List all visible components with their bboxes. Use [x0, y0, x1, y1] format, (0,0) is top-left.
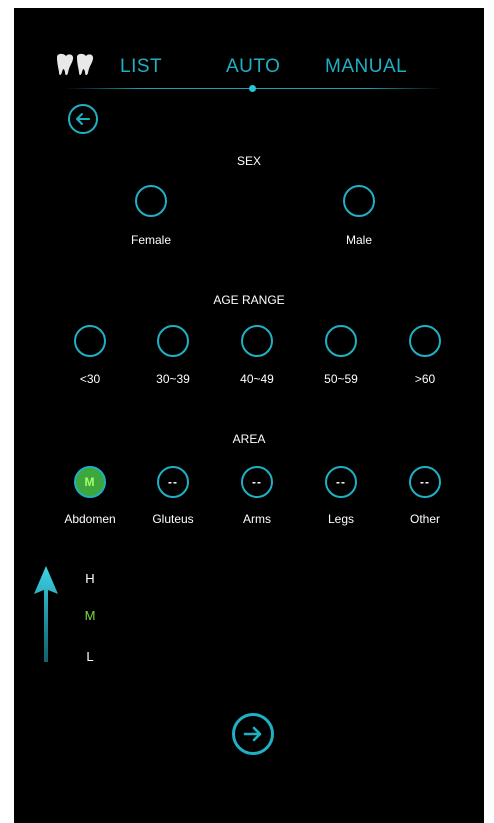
area-gluteus-label: Gluteus: [152, 512, 194, 526]
age-title: AGE RANGE: [213, 293, 285, 307]
area-gluteus-button[interactable]: --: [157, 466, 189, 498]
area-arms-value: --: [252, 475, 262, 489]
age-under-30-radio[interactable]: [74, 325, 106, 357]
age-over-60-radio[interactable]: [409, 325, 441, 357]
age-under-30-label: <30: [79, 372, 101, 386]
tab-manual[interactable]: MANUAL: [325, 56, 407, 78]
sex-male-label: Male: [345, 233, 372, 247]
area-arms-button[interactable]: --: [241, 466, 273, 498]
area-legs-button[interactable]: --: [325, 466, 357, 498]
app-screen: LIST AUTO MANUAL SEX Female Male AGE RAN…: [14, 8, 484, 823]
intensity-level-l: L: [86, 649, 94, 664]
area-title: AREA: [232, 432, 266, 446]
tooth-logo-icon: [54, 52, 98, 78]
area-abdomen-value: M: [84, 475, 96, 489]
sex-female-label: Female: [130, 233, 171, 247]
age-40-49-label: 40~49: [240, 372, 274, 386]
area-arms-label: Arms: [243, 512, 271, 526]
sex-title: SEX: [236, 154, 261, 168]
age-30-39-label: 30~39: [156, 372, 190, 386]
tab-list[interactable]: LIST: [120, 56, 162, 78]
age-30-39-radio[interactable]: [157, 325, 189, 357]
age-50-59-radio[interactable]: [325, 325, 357, 357]
area-other-label: Other: [409, 512, 440, 526]
next-button[interactable]: [232, 713, 274, 755]
area-abdomen-button[interactable]: M: [74, 466, 106, 498]
tab-auto[interactable]: AUTO: [226, 56, 280, 78]
intensity-level-h: H: [85, 571, 95, 586]
area-gluteus-value: --: [168, 475, 178, 489]
sex-male-radio[interactable]: [343, 185, 375, 217]
arrow-right-icon: [243, 726, 262, 742]
area-other-value: --: [420, 475, 430, 489]
intensity-level-m: M: [84, 608, 96, 623]
active-tab-indicator: [249, 85, 256, 92]
arrow-up-icon: [32, 564, 60, 664]
arrow-left-icon: [76, 113, 90, 125]
area-legs-label: Legs: [327, 512, 355, 526]
back-button[interactable]: [68, 104, 98, 134]
area-other-button[interactable]: --: [409, 466, 441, 498]
sex-female-radio[interactable]: [135, 185, 167, 217]
age-40-49-radio[interactable]: [241, 325, 273, 357]
area-abdomen-label: Abdomen: [64, 512, 116, 526]
area-legs-value: --: [336, 475, 346, 489]
age-50-59-label: 50~59: [324, 372, 358, 386]
age-over-60-label: >60: [414, 372, 436, 386]
